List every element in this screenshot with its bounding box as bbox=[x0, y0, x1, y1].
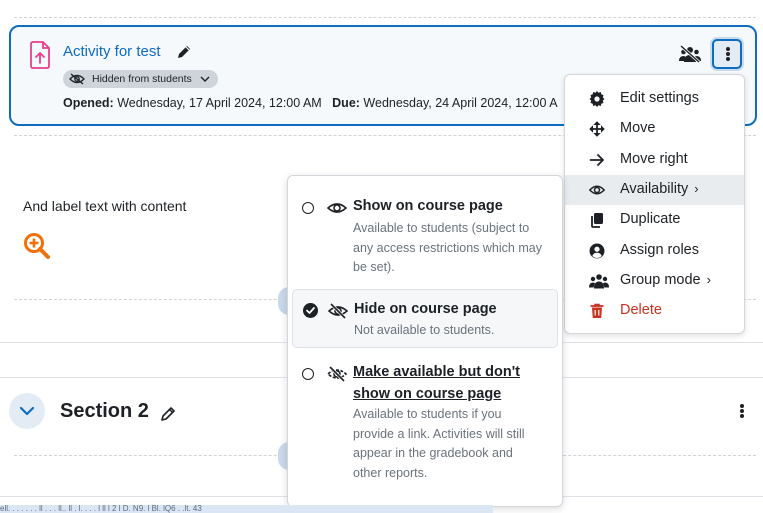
availability-submenu: Show on course page Available to student… bbox=[287, 175, 563, 507]
menu-item-label: Availability bbox=[620, 181, 689, 197]
option-title: Show on course page bbox=[353, 198, 503, 214]
menu-item-move[interactable]: Move bbox=[565, 114, 744, 144]
menu-item-edit-settings[interactable]: Edit settings bbox=[565, 84, 744, 114]
desc-line: Not available to students. bbox=[354, 323, 495, 337]
chevron-right-icon: › bbox=[706, 272, 711, 287]
menu-item-label: Assign roles bbox=[620, 242, 699, 258]
due-value: Wednesday, 24 April 2024, 12:00 A bbox=[363, 96, 558, 110]
activity-action-menu: Edit settings Move Move right Availabili… bbox=[564, 74, 745, 334]
badge-label: Hidden from students bbox=[92, 73, 192, 85]
section-divider bbox=[14, 17, 756, 18]
radio-unchecked bbox=[302, 202, 314, 214]
title-line: show on course page bbox=[353, 386, 502, 402]
chevron-down-icon bbox=[200, 76, 210, 82]
option-hide-on-course-page[interactable]: Hide on course page Not available to stu… bbox=[292, 289, 558, 348]
desc-line: appear in the gradebook and bbox=[353, 446, 513, 460]
activity-dates: Opened: Wednesday, 17 April 2024, 12:00 … bbox=[63, 96, 558, 110]
check-circle-icon bbox=[303, 303, 318, 318]
user-circle-icon bbox=[589, 243, 605, 259]
section-actions-button[interactable] bbox=[735, 402, 749, 420]
groups-icon bbox=[589, 274, 609, 289]
label-content: And label text with content bbox=[23, 198, 187, 214]
menu-item-label: Move bbox=[620, 120, 656, 136]
move-arrows-icon bbox=[589, 121, 605, 137]
pencil-icon[interactable] bbox=[176, 44, 192, 60]
opened-label: Opened: bbox=[63, 96, 114, 110]
chevron-down-icon bbox=[19, 406, 35, 416]
title-line: Make available but don't bbox=[353, 364, 521, 380]
option-show-on-course-page[interactable]: Show on course page Available to student… bbox=[292, 186, 558, 286]
radio-unchecked bbox=[302, 368, 314, 380]
assignment-upload-icon bbox=[30, 41, 50, 69]
menu-item-label: Duplicate bbox=[620, 211, 681, 227]
gear-icon bbox=[589, 91, 605, 107]
groups-icon[interactable] bbox=[679, 45, 701, 63]
copy-icon bbox=[591, 213, 603, 228]
eye-slash-dashed-icon bbox=[327, 366, 347, 382]
menu-item-label-wrap: Availability › bbox=[620, 181, 699, 197]
menu-item-duplicate[interactable]: Duplicate bbox=[565, 205, 744, 235]
option-title: Make available but don't show on course … bbox=[353, 361, 520, 405]
eye-icon bbox=[589, 185, 605, 195]
desc-line: provide a link. Activities will still bbox=[353, 426, 525, 441]
option-title: Hide on course page bbox=[354, 301, 497, 317]
menu-item-label: Move right bbox=[620, 151, 688, 167]
trash-icon bbox=[590, 303, 604, 318]
menu-item-move-right[interactable]: Move right bbox=[565, 145, 744, 175]
menu-item-group-mode[interactable]: Group mode › bbox=[565, 266, 744, 296]
option-description: Available to students if you provide a l… bbox=[353, 405, 525, 483]
desc-line: Available to students if you bbox=[353, 407, 502, 421]
eye-slash-icon bbox=[328, 303, 348, 319]
menu-item-assign-roles[interactable]: Assign roles bbox=[565, 236, 744, 266]
pencil-icon[interactable] bbox=[160, 406, 176, 422]
due-label: Due: bbox=[332, 96, 360, 110]
eye-slash-icon bbox=[69, 73, 85, 85]
status-url-bar: ell. . . . . . . ll . . . ll.. ll . l. .… bbox=[0, 505, 493, 513]
option-make-available-not-shown[interactable]: Make available but don't show on course … bbox=[292, 356, 558, 486]
activity-actions-button[interactable] bbox=[712, 39, 742, 69]
section-collapse-button[interactable] bbox=[9, 393, 45, 429]
chevron-right-icon: › bbox=[694, 181, 699, 196]
desc-line: other reports. bbox=[353, 465, 428, 480]
desc-line: Available to students (subject to bbox=[353, 221, 530, 235]
arrow-right-icon bbox=[589, 154, 604, 166]
menu-item-availability[interactable]: Availability › bbox=[565, 175, 744, 205]
menu-item-label: Delete bbox=[620, 302, 662, 318]
hidden-badge: Hidden from students bbox=[63, 70, 218, 88]
menu-item-label: Edit settings bbox=[620, 90, 699, 106]
option-description: Available to students (subject to any ac… bbox=[353, 219, 542, 278]
section-title[interactable]: Section 2 bbox=[60, 400, 149, 423]
zoom-in-icon[interactable] bbox=[23, 232, 51, 260]
option-description: Not available to students. bbox=[354, 321, 494, 341]
opened-value: Wednesday, 17 April 2024, 12:00 AM bbox=[117, 96, 322, 110]
desc-line: any access restrictions which may bbox=[353, 240, 542, 255]
menu-item-label: Group mode bbox=[620, 272, 701, 288]
desc-line: be set). bbox=[353, 260, 395, 274]
menu-item-label-wrap: Group mode › bbox=[620, 272, 711, 288]
activity-title-link[interactable]: Activity for test bbox=[63, 43, 161, 60]
eye-icon bbox=[327, 203, 347, 213]
menu-item-delete[interactable]: Delete bbox=[565, 296, 744, 326]
